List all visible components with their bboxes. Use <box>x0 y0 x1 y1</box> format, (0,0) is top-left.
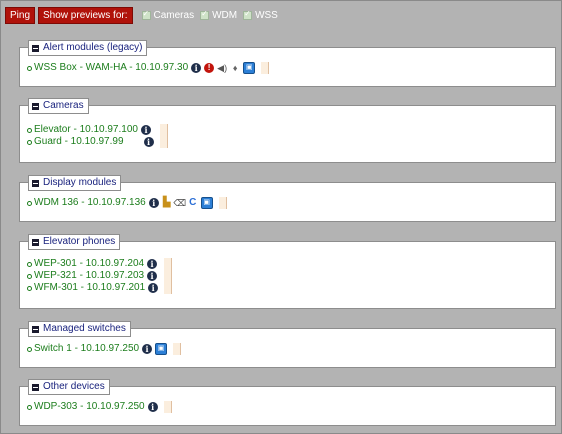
info-icon[interactable]: i <box>147 271 158 281</box>
folder-icon[interactable]: ▙ <box>162 197 172 208</box>
device-label[interactable]: WDP-303 - 10.10.97.250 <box>34 401 145 413</box>
device-list-edge <box>261 62 270 74</box>
section-title: Other devices <box>43 381 105 392</box>
device-label[interactable]: WDM 136 - 10.10.97.136 <box>34 197 146 209</box>
preview-icon[interactable]: ▣ <box>200 197 213 209</box>
info-icon[interactable]: i <box>147 259 158 269</box>
section-header-cameras[interactable]: Cameras <box>28 98 89 114</box>
bullet-icon <box>27 285 32 291</box>
preview-icon[interactable]: ▣ <box>155 343 168 355</box>
bullet-icon <box>27 346 32 352</box>
section-display-modules: Display modules WDM 136 - 10.10.97.136 i… <box>19 175 556 222</box>
section-title: Cameras <box>43 100 84 111</box>
section-title: Elevator phones <box>43 236 116 247</box>
speaker-icon[interactable]: ◀) <box>217 63 227 73</box>
device-list: WEP-301 - 10.10.97.204 i WEP-321 - 10.10… <box>26 258 173 294</box>
info-icon[interactable]: i <box>147 402 158 412</box>
bullet-icon <box>27 261 32 267</box>
section-alert-modules: Alert modules (legacy) WSS Box - WAM-HA … <box>19 40 556 87</box>
device-label[interactable]: WSS Box - WAM-HA - 10.10.97.30 <box>34 62 188 74</box>
section-title: Display modules <box>43 177 117 188</box>
cameras-filter-label: Cameras <box>153 9 195 21</box>
refresh-icon[interactable]: C <box>188 197 198 208</box>
collapse-icon[interactable] <box>32 179 39 187</box>
bullet-icon <box>27 404 32 410</box>
device-row[interactable]: Elevator - 10.10.97.100 i <box>26 124 154 136</box>
device-label[interactable]: Elevator - 10.10.97.100 <box>34 124 138 136</box>
wdm-filter-label: WDM <box>212 9 238 21</box>
collapse-icon[interactable] <box>32 238 39 246</box>
device-row[interactable]: WSS Box - WAM-HA - 10.10.97.30 i ! ◀) ♦ … <box>26 62 256 74</box>
collapse-icon[interactable] <box>32 102 39 110</box>
section-cameras: Cameras Elevator - 10.10.97.100 i Guard … <box>19 98 556 163</box>
preview-icon[interactable]: ▣ <box>243 62 256 74</box>
device-list: Elevator - 10.10.97.100 i Guard - 10.10.… <box>26 124 168 148</box>
device-list: WDM 136 - 10.10.97.136 i ▙ ⌫ C ▣ <box>26 197 227 209</box>
backspace-icon[interactable]: ⌫ <box>173 198 186 208</box>
bullet-icon <box>27 200 32 206</box>
cameras-checkbox[interactable] <box>141 9 151 20</box>
device-label[interactable]: WFM-301 - 10.10.97.201 <box>34 282 145 294</box>
device-panel: Ping Show previews for: Cameras WDM WSS … <box>0 0 562 434</box>
device-label[interactable]: WEP-301 - 10.10.97.204 <box>34 258 144 270</box>
wdm-checkbox[interactable] <box>200 9 210 20</box>
device-label[interactable]: Guard - 10.10.97.99 <box>34 136 124 148</box>
device-row[interactable]: Switch 1 - 10.10.97.250 i ▣ <box>26 343 168 355</box>
section-header-other-devices[interactable]: Other devices <box>28 379 110 395</box>
bullet-icon <box>27 127 32 133</box>
device-list: WDP-303 - 10.10.97.250 i <box>26 401 172 413</box>
section-managed-switches: Managed switches Switch 1 - 10.10.97.250… <box>19 321 556 368</box>
microphone-icon[interactable]: ♦ <box>230 63 240 73</box>
section-other-devices: Other devices WDP-303 - 10.10.97.250 i <box>19 379 556 426</box>
section-title: Alert modules (legacy) <box>43 42 143 53</box>
info-icon[interactable]: i <box>148 283 159 293</box>
collapse-icon[interactable] <box>32 383 39 391</box>
device-row[interactable]: Guard - 10.10.97.99 i <box>26 136 154 148</box>
toolbar: Ping Show previews for: Cameras WDM WSS <box>5 6 278 24</box>
collapse-icon[interactable] <box>32 325 39 333</box>
device-list-edge <box>173 343 182 355</box>
bullet-icon <box>27 65 32 71</box>
section-header-display-modules[interactable]: Display modules <box>28 175 122 191</box>
section-header-elevator-phones[interactable]: Elevator phones <box>28 234 121 250</box>
device-label[interactable]: Switch 1 - 10.10.97.250 <box>34 343 139 355</box>
section-header-alert-modules[interactable]: Alert modules (legacy) <box>28 40 148 56</box>
info-icon[interactable]: i <box>143 137 154 147</box>
section-elevator-phones: Elevator phones WEP-301 - 10.10.97.204 i… <box>19 234 556 309</box>
info-icon[interactable]: i <box>142 344 153 354</box>
wss-checkbox[interactable] <box>243 9 253 20</box>
device-list-edge <box>164 258 173 294</box>
bullet-icon <box>27 139 32 145</box>
device-list-edge <box>163 401 172 413</box>
alert-icon[interactable]: ! <box>204 63 215 73</box>
device-label[interactable]: WEP-321 - 10.10.97.203 <box>34 270 144 282</box>
device-list: Switch 1 - 10.10.97.250 i ▣ <box>26 343 182 355</box>
device-row[interactable]: WDM 136 - 10.10.97.136 i ▙ ⌫ C ▣ <box>26 197 213 209</box>
device-row[interactable]: WFM-301 - 10.10.97.201 i <box>26 282 159 294</box>
device-list: WSS Box - WAM-HA - 10.10.97.30 i ! ◀) ♦ … <box>26 62 270 74</box>
ping-button[interactable]: Ping <box>5 6 36 24</box>
device-list-edge <box>218 197 227 209</box>
device-row[interactable]: WDP-303 - 10.10.97.250 i <box>26 401 158 413</box>
show-previews-button[interactable]: Show previews for: <box>38 6 133 24</box>
device-list-edge <box>159 124 168 148</box>
wss-filter-label: WSS <box>255 9 278 21</box>
info-icon[interactable]: i <box>140 125 151 135</box>
collapse-icon[interactable] <box>32 44 39 52</box>
section-header-managed-switches[interactable]: Managed switches <box>28 321 131 337</box>
info-icon[interactable]: i <box>148 198 159 208</box>
info-icon[interactable]: i <box>191 63 202 73</box>
bullet-icon <box>27 273 32 279</box>
section-title: Managed switches <box>43 323 126 334</box>
device-row[interactable]: WEP-301 - 10.10.97.204 i <box>26 258 158 270</box>
device-row[interactable]: WEP-321 - 10.10.97.203 i <box>26 270 158 282</box>
